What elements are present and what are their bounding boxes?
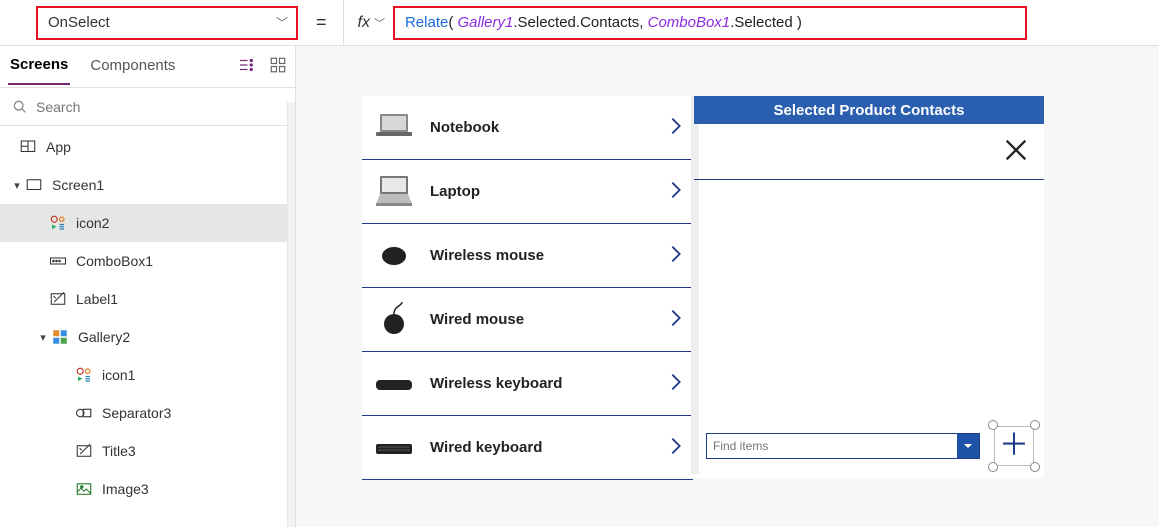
tree-item-image3[interactable]: Image3 <box>0 470 295 508</box>
gallery-item[interactable]: Wireless keyboard <box>362 352 693 416</box>
combobox1[interactable] <box>706 433 980 459</box>
product-image-wired-keyboard <box>372 428 416 468</box>
gallery-item-title: Laptop <box>430 183 651 200</box>
resize-handle[interactable] <box>1030 462 1040 472</box>
app-icon <box>18 137 38 157</box>
tree-view: App ▾ Screen1 icon2 ComboBox1 <box>0 126 295 527</box>
resize-handle[interactable] <box>988 462 998 472</box>
tree-item-combobox1[interactable]: ComboBox1 <box>0 242 295 280</box>
canvas[interactable]: Notebook Laptop Wireless mouse <box>296 46 1159 527</box>
tab-screens[interactable]: Screens <box>8 48 70 85</box>
product-image-laptop <box>372 172 416 212</box>
tree-item-label: ComboBox1 <box>76 253 153 269</box>
image-icon <box>74 479 94 499</box>
tree-item-screen1[interactable]: ▾ Screen1 <box>0 166 295 204</box>
close-icon[interactable] <box>1002 136 1030 167</box>
tree-tabs: Screens Components <box>0 46 295 88</box>
chevron-right-icon[interactable] <box>665 371 687 396</box>
chevron-right-icon[interactable] <box>665 435 687 460</box>
tree-item-gallery2[interactable]: ▾ Gallery2 <box>0 318 295 356</box>
fx-button[interactable]: fx ﹀ <box>358 14 385 32</box>
product-image-notebook <box>372 108 416 148</box>
label-icon <box>74 441 94 461</box>
tree-item-title3[interactable]: Title3 <box>0 432 295 470</box>
formula-token-obj: ComboBox1 <box>648 14 731 31</box>
chevron-right-icon[interactable] <box>665 307 687 332</box>
app-preview: Notebook Laptop Wireless mouse <box>362 96 1044 478</box>
product-image-wireless-mouse <box>372 236 416 276</box>
gallery-item-title: Notebook <box>430 119 651 136</box>
formula-input[interactable]: Relate( Gallery1.Selected.Contacts, Comb… <box>393 6 1027 40</box>
tree-item-label: App <box>46 139 71 155</box>
tree-item-label: icon2 <box>76 215 109 231</box>
chevron-down-icon: ﹀ <box>276 14 288 31</box>
formula-token: .Selected.Contacts, <box>513 14 647 31</box>
gallery-item[interactable]: Laptop <box>362 160 693 224</box>
tree-search-input[interactable] <box>36 99 283 115</box>
combobox-icon <box>48 251 68 271</box>
contacts-pane: Selected Product Contacts <box>694 96 1044 478</box>
gallery-icon <box>50 327 70 347</box>
separator-icon <box>74 403 94 423</box>
icon-control-icon <box>74 365 94 385</box>
resize-handle[interactable] <box>988 420 998 430</box>
gallery-item[interactable]: Wired mouse <box>362 288 693 352</box>
tree-item-label: icon1 <box>102 367 135 383</box>
gallery-item[interactable]: Notebook <box>362 96 693 160</box>
tree-item-app[interactable]: App <box>0 128 295 166</box>
tree-item-label: Title3 <box>102 443 136 459</box>
caret-down-icon[interactable]: ▾ <box>36 331 50 344</box>
formula-token-obj: Gallery1 <box>458 14 514 31</box>
plus-icon: ＋ <box>999 431 1029 461</box>
tree-item-label1[interactable]: Label1 <box>0 280 295 318</box>
search-icon <box>12 99 28 115</box>
property-value: OnSelect <box>48 14 110 31</box>
property-dropdown[interactable]: OnSelect ﹀ <box>36 6 298 40</box>
combobox-input[interactable] <box>707 439 957 453</box>
gallery-item[interactable]: Wireless mouse <box>362 224 693 288</box>
chevron-right-icon[interactable] <box>665 179 687 204</box>
label-icon <box>48 289 68 309</box>
chevron-down-icon: ﹀ <box>374 15 385 31</box>
tree-item-label: Image3 <box>102 481 149 497</box>
gallery-item-title: Wired keyboard <box>430 439 651 456</box>
resize-handle[interactable] <box>1030 420 1040 430</box>
contacts-header: Selected Product Contacts <box>694 96 1044 124</box>
equals-label: = <box>316 12 327 33</box>
dropdown-button[interactable] <box>957 434 979 458</box>
formula-token-func: Relate <box>405 14 448 31</box>
tree-item-separator3[interactable]: Separator3 <box>0 394 295 432</box>
icon-control-icon <box>48 213 68 233</box>
fx-label: fx <box>358 14 370 32</box>
tree-item-label: Label1 <box>76 291 118 307</box>
tree-item-icon1[interactable]: icon1 <box>0 356 295 394</box>
caret-down-icon[interactable]: ▾ <box>10 179 24 192</box>
gallery-item-title: Wireless mouse <box>430 247 651 264</box>
gallery-item[interactable]: Wired keyboard <box>362 416 693 480</box>
tree-item-label: Gallery2 <box>78 329 130 345</box>
gallery-item-title: Wired mouse <box>430 311 651 328</box>
gallery2[interactable]: Notebook Laptop Wireless mouse <box>362 96 694 478</box>
tree-panel: Screens Components App <box>0 46 296 527</box>
icon2-selected[interactable]: ＋ <box>992 424 1036 468</box>
tab-components[interactable]: Components <box>88 49 177 84</box>
formula-token: ( <box>448 14 457 31</box>
screen-icon <box>24 175 44 195</box>
contacts-top-row <box>694 124 1044 180</box>
formula-bar: OnSelect ﹀ = fx ﹀ Relate( Gallery1.Selec… <box>0 0 1159 46</box>
grid-view-icon[interactable] <box>269 56 287 77</box>
chevron-right-icon[interactable] <box>665 243 687 268</box>
tree-item-icon2[interactable]: icon2 <box>0 204 295 242</box>
gallery-item-title: Wireless keyboard <box>430 375 651 392</box>
tree-item-label: Separator3 <box>102 405 171 421</box>
tree-item-label: Screen1 <box>52 177 104 193</box>
formula-token: .Selected ) <box>730 14 802 31</box>
product-image-wired-mouse <box>372 300 416 340</box>
fx-container: fx ﹀ Relate( Gallery1.Selected.Contacts,… <box>343 0 1027 45</box>
tree-collapse-icon[interactable] <box>237 56 255 77</box>
scrollbar[interactable] <box>287 102 295 527</box>
chevron-right-icon[interactable] <box>665 115 687 140</box>
tree-search[interactable] <box>0 88 295 126</box>
product-image-wireless-keyboard <box>372 364 416 404</box>
